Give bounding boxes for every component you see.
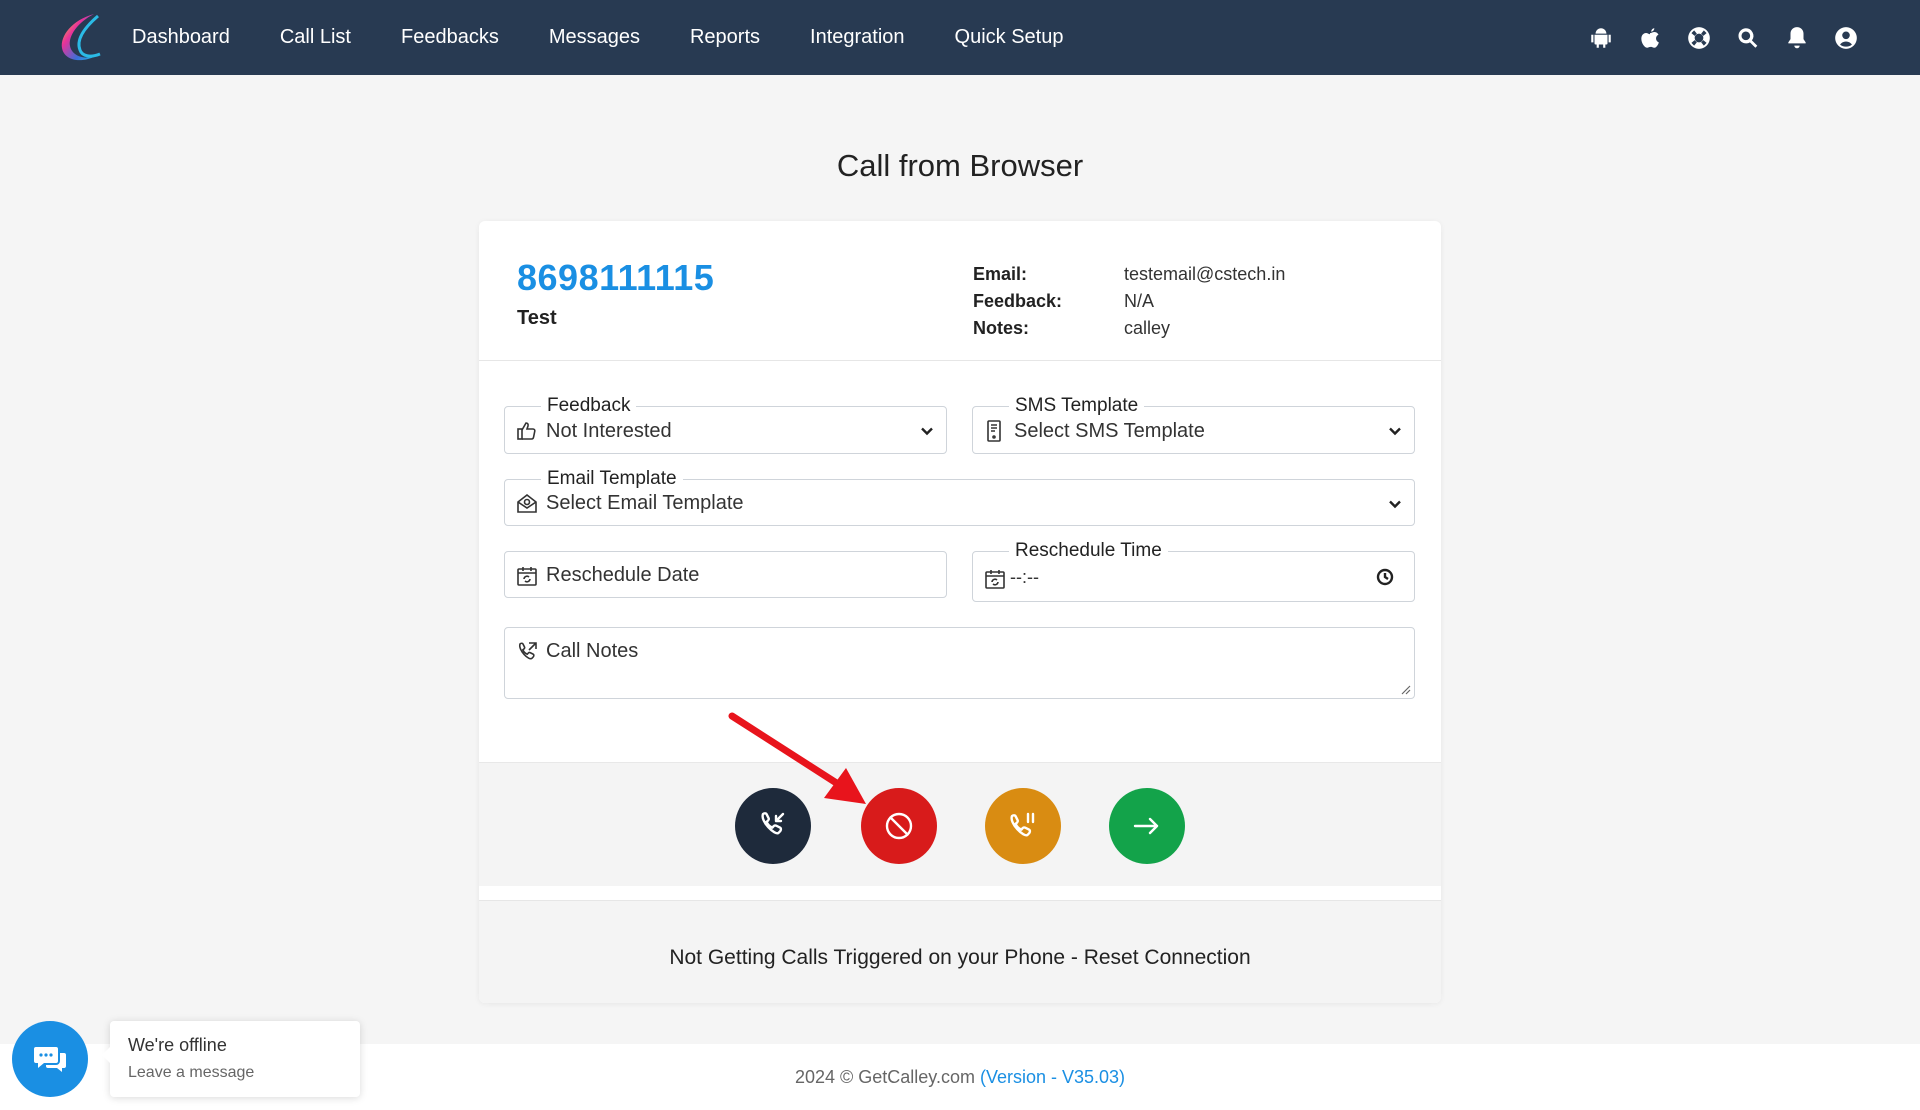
reschedule-date-placeholder: Reschedule Date [546,564,700,586]
reset-connection-link[interactable]: Not Getting Calls Triggered on your Phon… [479,946,1441,970]
call-notes-placeholder: Call Notes [546,640,639,662]
email-template-label: Email Template [541,468,683,490]
resize-handle-icon[interactable] [1399,683,1411,695]
calendar-icon [515,564,539,588]
feedback-label: Feedback: [973,291,1063,311]
help-lifebuoy-icon[interactable] [1685,24,1713,52]
call-notes-icon [515,640,539,664]
contact-info: Email: testemail@cstech.in Feedback: N/A… [973,261,1285,342]
apple-icon[interactable] [1636,24,1664,52]
android-icon[interactable] [1587,24,1615,52]
nav-reports[interactable]: Reports [690,26,760,49]
nav-quick-setup[interactable]: Quick Setup [955,26,1064,49]
bell-icon[interactable] [1783,24,1811,52]
reschedule-date-input[interactable]: Reschedule Date [504,551,947,598]
contact-name: Test [517,307,557,329]
sms-template-icon [983,419,1007,443]
call-notes-textarea[interactable]: Call Notes [504,627,1415,699]
reset-connection-area: Not Getting Calls Triggered on your Phon… [479,900,1441,1003]
chat-status-title: We're offline [128,1035,227,1055]
phone-pause-icon [1010,812,1035,837]
email-label: Email: [973,264,1028,284]
call-card: 8698111115 Test Email: testemail@cstech.… [479,221,1441,1003]
nav-messages[interactable]: Messages [549,26,640,49]
footer-copyright: 2024 © GetCalley.com [794,1067,980,1087]
chevron-down-icon [1388,497,1402,511]
feedback-select-value: Not Interested [546,420,672,442]
sms-template-label: SMS Template [1009,395,1145,417]
footer-version-link[interactable]: (Version - V35.03) [980,1067,1125,1087]
block-icon [885,812,913,840]
phone-incoming-icon [761,812,785,835]
arrow-right-icon [1133,817,1159,835]
feedback-thumb-icon [515,419,539,443]
top-navbar: Dashboard Call List Feedbacks Messages R… [0,0,1920,75]
reject-call-button[interactable] [861,788,937,864]
notes-label: Notes: [973,318,1030,338]
sms-template-select[interactable]: SMS Template Select SMS Template [972,395,1415,454]
calendar-icon [983,567,1007,591]
call-action-bar [479,762,1441,886]
chat-leave-message: Leave a message [128,1064,255,1081]
page-title: Call from Browser [836,148,1084,183]
reschedule-time-input[interactable]: Reschedule Time --:-- [972,540,1415,602]
next-contact-button[interactable] [1109,788,1185,864]
calley-logo[interactable] [54,10,110,66]
nav-call-list[interactable]: Call List [280,26,351,49]
nav-dashboard[interactable]: Dashboard [132,26,230,49]
email-template-value: Select Email Template [546,492,744,514]
reschedule-time-value: --:-- [1010,567,1039,587]
answer-call-button[interactable] [735,788,811,864]
search-icon[interactable] [1734,24,1762,52]
chat-offline-card[interactable]: We're offline Leave a message [102,1021,360,1097]
feedback-select[interactable]: Feedback Not Interested [504,395,947,454]
reschedule-time-label: Reschedule Time [1009,540,1168,562]
sms-template-value: Select SMS Template [1014,420,1205,442]
nav-feedbacks[interactable]: Feedbacks [401,26,499,49]
chat-icon [34,1047,66,1072]
email-template-select[interactable]: Email Template Select Email Template [504,468,1415,526]
notes-value: calley [1124,318,1171,338]
nav-integration[interactable]: Integration [810,26,905,49]
feedback-select-label: Feedback [541,395,637,417]
user-icon[interactable] [1832,24,1860,52]
chevron-down-icon [920,424,934,438]
email-template-icon [515,492,539,516]
email-value: testemail@cstech.in [1124,264,1286,284]
hold-call-button[interactable] [985,788,1061,864]
chevron-down-icon [1388,424,1402,438]
feedback-value: N/A [1124,291,1155,311]
chat-widget-button[interactable] [12,1021,88,1097]
clock-icon[interactable] [1376,568,1394,586]
contact-phone-number[interactable]: 8698111115 [517,257,714,299]
contact-header: 8698111115 Test Email: testemail@cstech.… [479,221,1441,361]
